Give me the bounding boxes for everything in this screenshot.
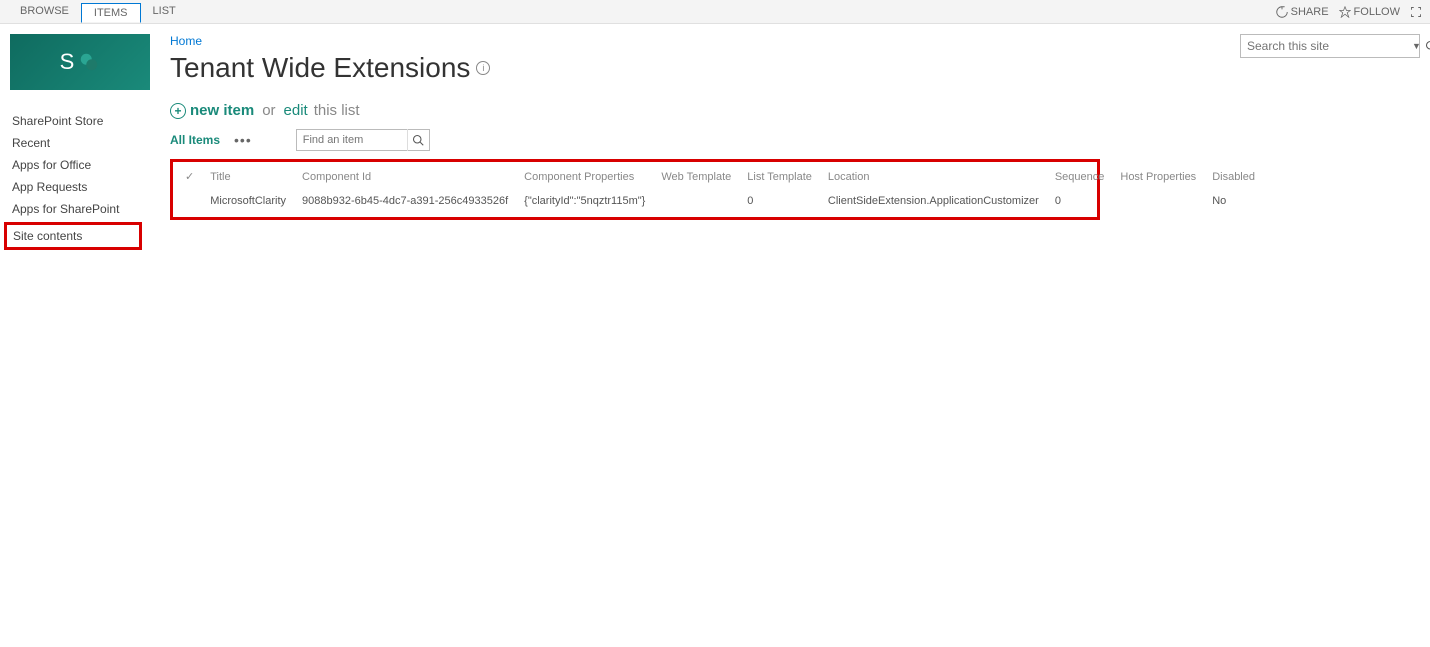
site-logo-tile[interactable]: S bbox=[10, 34, 150, 90]
nav-site-contents[interactable]: Site contents bbox=[13, 229, 133, 243]
find-item-input[interactable] bbox=[297, 134, 407, 146]
page-title: Tenant Wide Extensions i bbox=[170, 52, 1220, 84]
site-search-input[interactable] bbox=[1241, 39, 1408, 53]
cell-component-properties: {"clarityId":"5nqztr115m"} bbox=[516, 191, 653, 211]
plus-icon: + bbox=[170, 103, 186, 119]
nav-sharepoint-store[interactable]: SharePoint Store bbox=[10, 110, 160, 132]
ribbon-tab-items[interactable]: ITEMS bbox=[81, 3, 141, 23]
breadcrumb-home[interactable]: Home bbox=[170, 34, 1220, 48]
star-icon bbox=[1339, 6, 1351, 18]
info-icon[interactable]: i bbox=[476, 61, 490, 75]
left-sidebar: S SharePoint Store Recent Apps for Offic… bbox=[10, 34, 160, 250]
cell-web-template bbox=[653, 191, 739, 211]
ribbon-tab-list[interactable]: LIST bbox=[141, 2, 188, 22]
cell-host-properties bbox=[1112, 191, 1204, 211]
edit-list-link[interactable]: edit bbox=[284, 102, 308, 119]
view-options-icon[interactable]: ••• bbox=[234, 132, 252, 148]
right-column: ▼ bbox=[1220, 34, 1420, 250]
col-host-properties[interactable]: Host Properties bbox=[1112, 164, 1204, 191]
list-highlight-frame: ✓ Title Component Id Component Propertie… bbox=[170, 159, 1100, 220]
follow-button[interactable]: FOLLOW bbox=[1339, 6, 1400, 18]
cell-title: MicrosoftClarity bbox=[202, 191, 294, 211]
share-label: SHARE bbox=[1291, 6, 1329, 18]
col-sequence[interactable]: Sequence bbox=[1047, 164, 1113, 191]
list-action-bar: + new item or edit this list bbox=[170, 102, 1220, 119]
nav-recent[interactable]: Recent bbox=[10, 132, 160, 154]
table-header-row: ✓ Title Component Id Component Propertie… bbox=[177, 164, 1263, 191]
new-item-button[interactable]: + new item bbox=[170, 102, 254, 119]
focus-button[interactable] bbox=[1410, 6, 1422, 18]
search-icon bbox=[412, 134, 424, 146]
find-item-search-button[interactable] bbox=[407, 129, 429, 151]
share-icon bbox=[1276, 6, 1288, 18]
cell-location: ClientSideExtension.ApplicationCustomize… bbox=[820, 191, 1047, 211]
logo-letter: S bbox=[60, 49, 75, 75]
or-text: or bbox=[262, 102, 275, 119]
table-row[interactable]: MicrosoftClarity 9088b932-6b45-4dc7-a391… bbox=[177, 191, 1263, 211]
find-item-box bbox=[296, 129, 430, 151]
col-component-properties[interactable]: Component Properties bbox=[516, 164, 653, 191]
ribbon-bar: BROWSE ITEMS LIST SHARE FOLLOW bbox=[0, 0, 1430, 24]
col-title[interactable]: Title bbox=[202, 164, 294, 191]
site-search-button[interactable] bbox=[1425, 40, 1430, 52]
focus-icon bbox=[1410, 6, 1422, 18]
col-list-template[interactable]: List Template bbox=[739, 164, 820, 191]
main-content: Home Tenant Wide Extensions i + new item… bbox=[160, 34, 1220, 250]
col-location[interactable]: Location bbox=[820, 164, 1047, 191]
nav-app-requests[interactable]: App Requests bbox=[10, 176, 160, 198]
nav-site-contents-highlight: Site contents bbox=[4, 222, 142, 250]
select-all-header[interactable]: ✓ bbox=[177, 164, 202, 191]
this-list-text: this list bbox=[314, 102, 360, 119]
search-icon bbox=[1425, 40, 1430, 52]
page-title-text: Tenant Wide Extensions bbox=[170, 52, 470, 84]
follow-label: FOLLOW bbox=[1354, 6, 1400, 18]
ribbon-actions: SHARE FOLLOW bbox=[1276, 6, 1422, 18]
ribbon-tabs: BROWSE ITEMS LIST bbox=[8, 2, 188, 22]
sharepoint-logo-icon: S bbox=[60, 49, 101, 75]
share-button[interactable]: SHARE bbox=[1276, 6, 1329, 18]
col-component-id[interactable]: Component Id bbox=[294, 164, 516, 191]
site-search-box: ▼ bbox=[1240, 34, 1420, 58]
quick-launch-nav: SharePoint Store Recent Apps for Office … bbox=[10, 110, 160, 220]
logo-graphic-icon bbox=[78, 51, 100, 73]
cell-list-template: 0 bbox=[739, 191, 820, 211]
new-item-label: new item bbox=[190, 102, 254, 119]
nav-apps-for-sharepoint[interactable]: Apps for SharePoint bbox=[10, 198, 160, 220]
view-all-items[interactable]: All Items bbox=[170, 133, 220, 147]
search-dropdown-icon[interactable]: ▼ bbox=[1408, 41, 1425, 51]
ribbon-tab-browse[interactable]: BROWSE bbox=[8, 2, 81, 22]
view-selector-row: All Items ••• bbox=[170, 129, 1220, 151]
col-web-template[interactable]: Web Template bbox=[653, 164, 739, 191]
cell-component-id: 9088b932-6b45-4dc7-a391-256c4933526f bbox=[294, 191, 516, 211]
cell-sequence: 0 bbox=[1047, 191, 1113, 211]
extensions-table: ✓ Title Component Id Component Propertie… bbox=[177, 164, 1263, 211]
row-selector[interactable] bbox=[177, 191, 202, 211]
nav-apps-for-office[interactable]: Apps for Office bbox=[10, 154, 160, 176]
